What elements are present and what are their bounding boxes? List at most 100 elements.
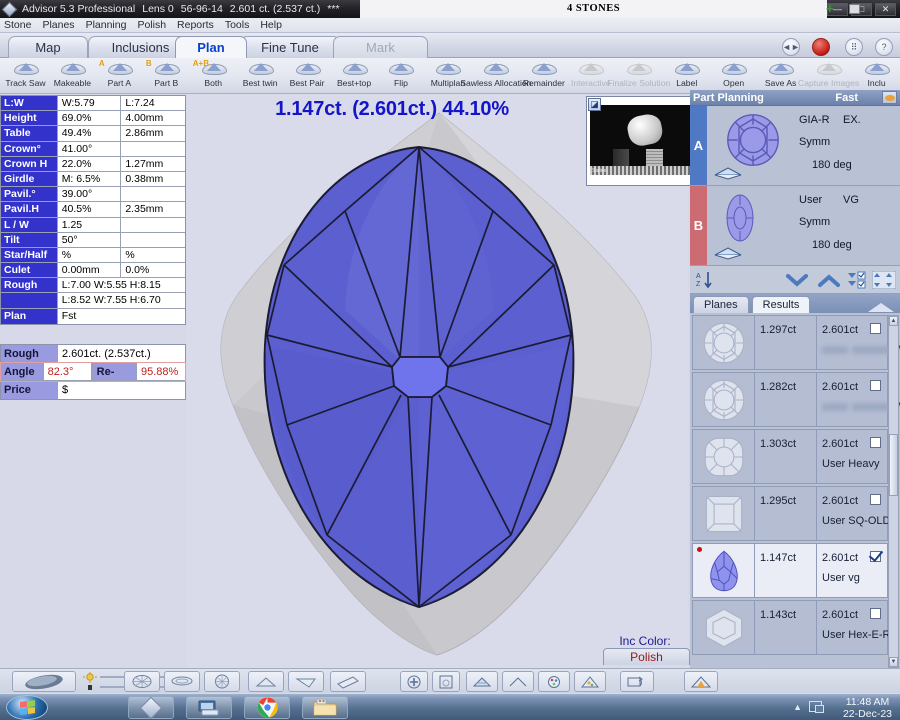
tab-plan[interactable]: Plan [175,36,247,58]
result-checkbox[interactable] [870,380,881,391]
inclusion-button[interactable] [574,671,606,692]
shape-b-button[interactable] [502,671,534,692]
fast-mode-icon[interactable] [882,91,897,104]
flip-button[interactable]: Flip [378,58,425,93]
sawless-allocation-button[interactable]: Sawless Allocation [460,58,531,93]
menu-item-help[interactable]: Help [260,19,282,31]
record-button[interactable] [812,38,830,56]
param-value-1[interactable]: 22.0% [57,156,122,171]
param-value-1[interactable]: 41.00° [57,141,122,156]
part-planning-row-a[interactable]: A GIA-R EX. Symm 180 deg [690,106,900,186]
param-value-2[interactable]: 0.0% [121,263,185,278]
documents-icon[interactable] [849,4,860,14]
param-value-1[interactable]: L:8.52 W:7.55 H:6.70 [57,293,185,308]
best-twin-button[interactable]: Best twin [237,58,284,93]
part-planning-row-b[interactable]: B User VG Symm 180 deg [690,186,900,266]
part-a-button[interactable]: A Part A [96,58,143,93]
menu-item-reports[interactable]: Reports [177,19,214,31]
camera-preview[interactable]: Sarine ◪ [586,96,694,186]
home-view-button[interactable] [684,671,718,692]
track-saw-button[interactable]: Track Saw [2,58,49,93]
taskbar-scanner[interactable] [186,696,232,719]
results-scrollbar[interactable]: ▲ ▼ [888,315,899,668]
param-value-1[interactable]: % [57,247,122,263]
crown-view-button[interactable] [248,671,284,692]
param-value-2[interactable] [121,232,185,247]
result-checkbox[interactable] [870,323,881,334]
expand-preview-button[interactable]: ◪ [588,98,601,111]
taskbar-advisor[interactable] [128,696,174,719]
help-button[interactable]: ? [875,38,893,56]
realign-button[interactable]: Re-Align [91,363,137,396]
param-value-2[interactable]: 2.86mm [121,126,185,141]
start-button[interactable] [6,695,48,720]
collapse-panel-button[interactable] [868,303,894,312]
best-pair-button[interactable]: Best Pair [284,58,331,93]
param-value-1[interactable]: 0.00mm [57,263,122,278]
menu-item-stone[interactable]: Stone [4,19,31,31]
param-value-2[interactable] [121,187,185,202]
result-row[interactable]: 1.282ct 2.601ct W [692,372,900,427]
both-button[interactable]: A+B Both [190,58,237,93]
result-checkbox[interactable] [870,608,881,619]
result-checkbox[interactable] [870,551,881,562]
part-b-button[interactable]: B Part B [143,58,190,93]
grid-button[interactable]: ⠿ [845,38,863,56]
result-row[interactable]: 1.295ct 2.601ct User SQ-OLD [692,486,890,541]
select-grid-button[interactable] [872,271,896,289]
param-value-1[interactable]: 1.25 [57,217,122,232]
param-value-2[interactable]: % [121,247,185,263]
select-list-button[interactable] [846,271,868,289]
param-value-1[interactable]: L:7.00 W:5.55 H:8.15 [57,278,185,293]
param-value-2[interactable]: 1.27mm [121,156,185,171]
menu-item-planes[interactable]: Planes [42,19,74,31]
girdle-view-button[interactable] [330,671,366,692]
result-row[interactable]: 1.303ct 2.601ct User Heavy [692,429,888,484]
result-row[interactable]: 1.143ct 2.601ct User Hex-E-RF [692,600,897,655]
zoom-fit-button[interactable] [432,671,460,692]
tab-map[interactable]: Map [8,36,88,58]
param-value-1[interactable]: M: 6.5% [57,171,122,187]
result-row[interactable]: 1.297ct 2.601ct W [692,315,900,370]
param-value-1[interactable]: 49.4% [57,126,122,141]
scroll-thumb[interactable] [889,434,898,496]
param-value-1[interactable]: Fst [57,308,185,324]
param-value-1[interactable]: 50° [57,232,122,247]
remainder-button[interactable]: Remainder [520,58,567,93]
param-value-1[interactable]: 40.5% [57,202,122,217]
flip-view-button[interactable] [620,671,654,692]
menu-item-tools[interactable]: Tools [225,19,250,31]
side-view-button[interactable] [164,671,200,692]
tab-planes[interactable]: Planes [693,296,749,313]
taskbar-clock[interactable]: 11:48 AM 22-Dec-23 [843,696,892,720]
pan-arrows-button[interactable]: ◄► [782,38,800,56]
makeable-button[interactable]: Makeable [49,58,96,93]
param-value-1[interactable]: 39.00° [57,187,122,202]
param-value-1[interactable]: 69.0% [57,111,122,126]
price-value[interactable]: $ [58,381,185,399]
shape-a-button[interactable] [466,671,498,692]
scroll-down-button[interactable]: ▼ [889,657,898,667]
taskbar-explorer[interactable] [302,696,348,719]
tab-results[interactable]: Results [751,296,811,313]
taskbar-chrome[interactable] [244,696,290,719]
scroll-up-button[interactable]: ▲ [889,316,898,326]
param-value-2[interactable] [121,141,185,156]
view-stone-button[interactable] [12,671,76,692]
sort-az-button[interactable]: A Z [696,270,716,290]
param-value-2[interactable]: 4.00mm [121,111,185,126]
facet-view-button[interactable] [204,671,240,692]
wireframe-button[interactable] [124,671,160,692]
close-button[interactable]: ✕ [875,2,896,16]
menu-item-planning[interactable]: Planning [86,19,127,31]
color-button[interactable] [538,671,570,692]
param-value-2[interactable] [121,217,185,232]
network-icon[interactable] [809,701,824,713]
tray-expand-arrow[interactable]: ▲ [793,702,802,712]
collapse-up-button[interactable] [818,274,840,288]
param-value-1[interactable]: W:5.79 [57,96,122,111]
param-value-2[interactable]: 0.38mm [121,171,185,187]
open-folder-button[interactable]: Open [710,58,757,93]
result-checkbox[interactable] [870,437,881,448]
tab-mark[interactable]: Mark [333,36,428,58]
